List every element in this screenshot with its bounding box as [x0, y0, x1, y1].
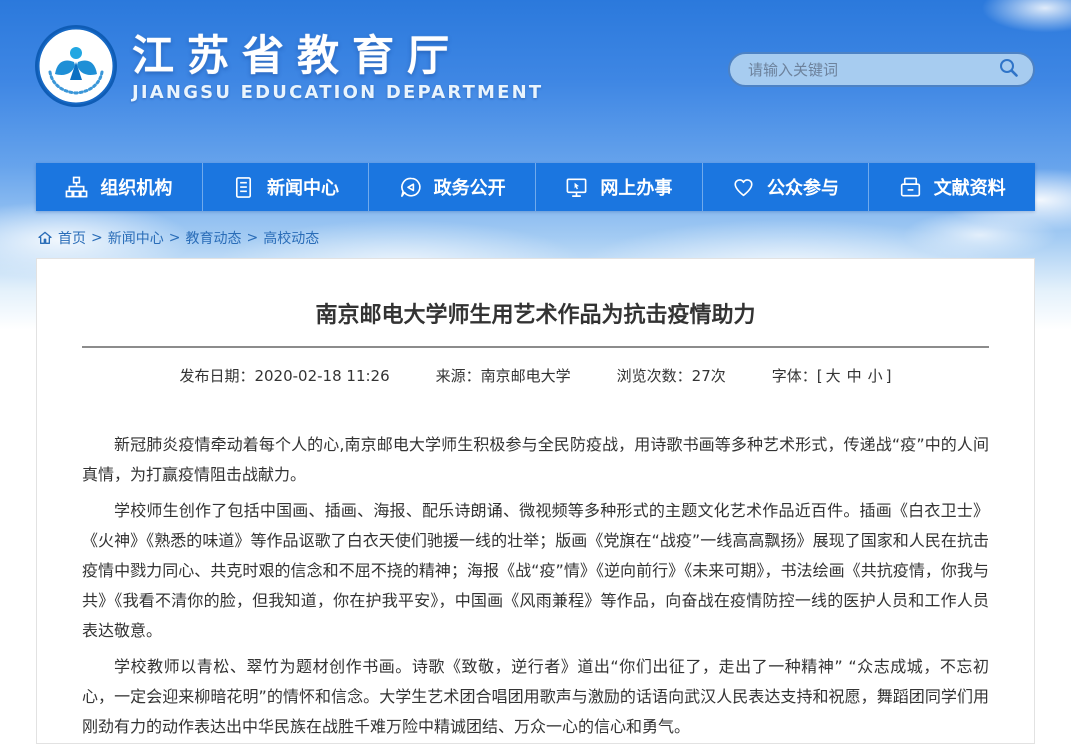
monitor-cursor-icon	[565, 176, 588, 199]
font-size-control: 字体：[大中小]	[772, 365, 892, 386]
view-count: 浏览次数：27次	[617, 365, 726, 386]
breadcrumb-university-news[interactable]: 高校动态	[263, 228, 319, 248]
article-source: 来源：南京邮电大学	[436, 365, 571, 386]
news-doc-icon	[232, 176, 255, 199]
main-nav: 组织机构 新闻中心 政务公开	[36, 163, 1035, 211]
breadcrumb: 首页> 新闻中心> 教育动态> 高校动态	[37, 228, 319, 248]
article-card: 南京邮电大学师生用艺术作品为抗击疫情助力 发布日期：2020-02-18 11:…	[36, 258, 1035, 744]
article-paragraph: 新冠肺炎疫情牵动着每个人的心,南京邮电大学师生积极参与全民防疫战，用诗歌书画等多…	[82, 430, 989, 490]
search-button[interactable]	[997, 56, 1021, 83]
font-size-label: 字体：[	[772, 367, 823, 385]
nav-item-news-center[interactable]: 新闻中心	[203, 163, 370, 211]
nav-item-organization[interactable]: 组织机构	[36, 163, 203, 211]
printer-archive-icon	[899, 176, 922, 199]
breadcrumb-news-center[interactable]: 新闻中心	[108, 228, 164, 248]
site-logo-brand[interactable]: 江苏省教育厅 JIANGSU EDUCATION DEPARTMENT	[34, 24, 543, 112]
jiangsu-education-emblem-icon	[34, 24, 118, 112]
nav-label: 文献资料	[934, 174, 1006, 200]
article-paragraph: 学校教师以青松、翠竹为题材创作书画。诗歌《致敬，逆行者》道出“你们出征了，走出了…	[82, 652, 989, 742]
heart-icon	[732, 176, 755, 199]
breadcrumb-separator: >	[246, 230, 258, 246]
site-title-zh: 江苏省教育厅	[132, 33, 543, 79]
breadcrumb-separator: >	[91, 230, 103, 246]
org-chart-icon	[65, 176, 88, 199]
publish-date: 发布日期：2020-02-18 11:26	[179, 365, 389, 386]
nav-label: 组织机构	[100, 174, 172, 200]
article-meta: 发布日期：2020-02-18 11:26 来源：南京邮电大学 浏览次数：27次…	[82, 365, 989, 386]
article-title: 南京邮电大学师生用艺术作品为抗击疫情助力	[82, 301, 989, 331]
site-title-en: JIANGSU EDUCATION DEPARTMENT	[132, 82, 543, 103]
breadcrumb-home[interactable]: 首页	[58, 228, 86, 248]
search-input[interactable]	[746, 60, 997, 80]
article-body: 新冠肺炎疫情牵动着每个人的心,南京邮电大学师生积极参与全民防疫战，用诗歌书画等多…	[82, 430, 989, 742]
nav-label: 网上办事	[600, 174, 672, 200]
site-title-block: 江苏省教育厅 JIANGSU EDUCATION DEPARTMENT	[132, 33, 543, 103]
nav-item-online-services[interactable]: 网上办事	[536, 163, 703, 211]
page: 江苏省教育厅 JIANGSU EDUCATION DEPARTMENT	[0, 0, 1071, 744]
font-size-medium[interactable]: 中	[844, 367, 865, 385]
nav-item-gov-disclosure[interactable]: 政务公开	[369, 163, 536, 211]
nav-label: 政务公开	[434, 174, 506, 200]
font-size-large[interactable]: 大	[823, 367, 844, 385]
font-size-label-close: ]	[886, 367, 892, 385]
disclosure-bubble-icon	[399, 176, 422, 199]
nav-item-documents[interactable]: 文献资料	[869, 163, 1035, 211]
home-icon[interactable]	[37, 230, 53, 246]
breadcrumb-separator: >	[169, 230, 181, 246]
font-size-small[interactable]: 小	[865, 367, 886, 385]
breadcrumb-education-news[interactable]: 教育动态	[185, 228, 241, 248]
nav-label: 公众参与	[767, 174, 839, 200]
nav-label: 新闻中心	[267, 174, 339, 200]
search-bar	[728, 52, 1035, 87]
search-icon	[997, 56, 1021, 83]
nav-item-public-participation[interactable]: 公众参与	[703, 163, 870, 211]
title-divider	[82, 346, 989, 348]
article-paragraph: 学校师生创作了包括中国画、插画、海报、配乐诗朗诵、微视频等多种形式的主题文化艺术…	[82, 496, 989, 646]
